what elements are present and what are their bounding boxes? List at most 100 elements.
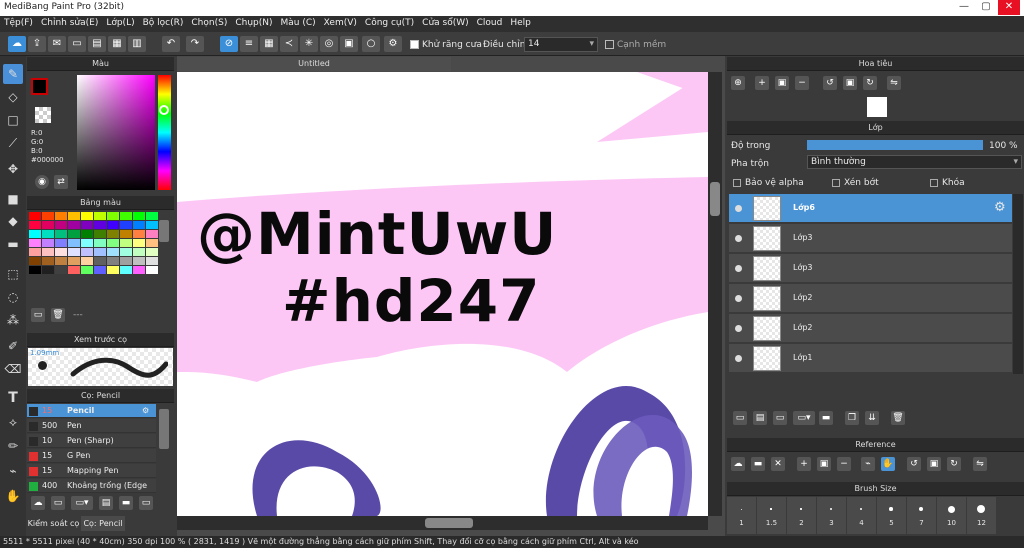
palette-swatch[interactable] [94, 257, 106, 265]
select-tool-icon[interactable]: ⬚ [3, 264, 23, 284]
menu-filter[interactable]: Bộ lọc(R) [139, 16, 188, 30]
palette-swatch[interactable] [42, 239, 54, 247]
correction-select[interactable]: 14 ▾ [524, 37, 598, 52]
palette-swatch[interactable] [146, 257, 158, 265]
divide-tool-icon[interactable]: ⟡ [3, 412, 23, 432]
comment-icon[interactable]: ✉ [48, 36, 66, 52]
circle-snap-icon[interactable]: ○ [362, 36, 380, 52]
palette-swatch[interactable] [55, 212, 67, 220]
layer-row[interactable]: Lớp2 [729, 284, 1012, 313]
layer-row[interactable]: Lớp1 [729, 344, 1012, 373]
rotate-right-icon[interactable]: ↻ [863, 76, 877, 90]
eye-icon[interactable] [735, 265, 742, 272]
eye-icon[interactable] [735, 295, 742, 302]
palette-swatch[interactable] [55, 221, 67, 229]
add-brush-icon[interactable]: ☁ [31, 496, 45, 510]
brush-size-cell[interactable]: 12 [967, 497, 996, 534]
ref-eyedropper-icon[interactable]: ⌁ [861, 457, 875, 471]
antialias-checkbox[interactable] [410, 40, 419, 49]
menu-snap[interactable]: Chụp(N) [231, 16, 276, 30]
brush-item[interactable]: 400 Khoảng trống (Edge [27, 479, 156, 493]
palette-swatch[interactable] [29, 239, 41, 247]
undo-icon[interactable]: ↶ [162, 36, 180, 52]
eyedropper-tool-icon[interactable]: ⌁ [3, 461, 23, 481]
layer-row[interactable]: Lớp3 [729, 224, 1012, 253]
palette-swatch[interactable] [107, 257, 119, 265]
horizontal-scroll-thumb[interactable] [425, 518, 473, 528]
horizontal-scrollbar[interactable] [177, 516, 708, 530]
palette-swatch[interactable] [29, 257, 41, 265]
ref-zoom-out-icon[interactable]: − [837, 457, 851, 471]
brush-item[interactable]: 500 Pen [27, 419, 156, 433]
brush-size-cell[interactable]: 10 [937, 497, 966, 534]
merge-layer-icon[interactable]: ⇊ [865, 411, 879, 425]
brush-item[interactable]: 10 Pen (Sharp) [27, 434, 156, 448]
palette-swatch[interactable] [107, 239, 119, 247]
palette-swatch[interactable] [29, 212, 41, 220]
palette-swatch[interactable] [81, 230, 93, 238]
duplicate-layer-icon[interactable]: ❐ [845, 411, 859, 425]
brush-settings-gear-icon[interactable]: ⚙ [142, 404, 149, 418]
palette-swatch[interactable] [42, 212, 54, 220]
eye-icon[interactable] [735, 325, 742, 332]
ref-reset-icon[interactable]: ▣ [927, 457, 941, 471]
radial-snap-icon[interactable]: ✳ [300, 36, 318, 52]
palette-swatch[interactable] [68, 239, 80, 247]
rotate-left-icon[interactable]: ↺ [823, 76, 837, 90]
palette-swatch[interactable] [94, 248, 106, 256]
new-halftone-layer-icon[interactable]: ▤ [753, 411, 767, 425]
zoom-out-icon[interactable]: − [795, 76, 809, 90]
fit-window-icon[interactable]: ▣ [775, 76, 789, 90]
palette-swatch[interactable] [146, 248, 158, 256]
new-palette-icon[interactable]: ▭ [31, 308, 45, 322]
text-tool-icon[interactable]: T [3, 388, 23, 408]
bucket-tool-icon[interactable]: ◆ [3, 211, 23, 231]
palette-scrollbar[interactable] [159, 220, 169, 242]
layer-row[interactable]: Lớp6 ⚙ [729, 194, 1012, 223]
dot-tool-icon[interactable]: ⟋ [3, 133, 23, 153]
zoom-in-icon[interactable]: + [755, 76, 769, 90]
clip-checkbox[interactable] [832, 179, 840, 187]
palette-swatch[interactable] [120, 221, 132, 229]
menu-file[interactable]: Tệp(F) [0, 16, 37, 30]
grid-icon[interactable]: ▦ [108, 36, 126, 52]
new-layer-icon[interactable]: ▭ [733, 411, 747, 425]
palette-swatch[interactable] [107, 248, 119, 256]
palette-swatch[interactable] [42, 257, 54, 265]
lock-checkbox[interactable] [930, 179, 938, 187]
palette-swatch[interactable] [94, 239, 106, 247]
delete-layer-icon[interactable]: 🗑 [891, 411, 905, 425]
brush-size-cell[interactable]: 7 [907, 497, 936, 534]
saturation-value-picker[interactable] [77, 75, 155, 190]
palette-swatch[interactable] [55, 257, 67, 265]
gradient-tool-icon[interactable]: ▬ [3, 234, 23, 254]
ref-hand-icon[interactable]: ✋ [881, 457, 895, 471]
opacity-slider[interactable] [807, 140, 983, 150]
cloud-icon[interactable]: ☁ [8, 36, 26, 52]
palette-swatch[interactable] [29, 221, 41, 229]
close-button[interactable]: ✕ [998, 0, 1020, 15]
palette-swatch[interactable] [120, 248, 132, 256]
palette-swatch[interactable] [146, 221, 158, 229]
palette-swatch[interactable] [120, 230, 132, 238]
transparent-color[interactable] [35, 107, 51, 123]
palette-swatch[interactable] [68, 230, 80, 238]
eye-icon[interactable] [735, 205, 742, 212]
new-file-icon[interactable]: ▭ [68, 36, 86, 52]
palette-swatch[interactable] [68, 221, 80, 229]
palette-swatch[interactable] [107, 212, 119, 220]
brush-size-cell[interactable]: 4 [847, 497, 876, 534]
color-swap-icon[interactable]: ⇄ [54, 175, 68, 189]
ref-rotate-left-icon[interactable]: ↺ [907, 457, 921, 471]
foreground-color[interactable] [31, 78, 48, 95]
palette-swatch[interactable] [42, 230, 54, 238]
document-icon[interactable]: ▤ [88, 36, 106, 52]
rect-tool-icon[interactable]: □ [3, 110, 23, 130]
magic-wand-tool-icon[interactable]: ⁂ [3, 310, 23, 330]
eye-icon[interactable] [735, 355, 742, 362]
upload-icon[interactable]: ⇪ [28, 36, 46, 52]
palette-swatch[interactable] [133, 239, 145, 247]
palette-swatch[interactable] [68, 257, 80, 265]
palette-swatch[interactable] [146, 230, 158, 238]
palette-swatch[interactable] [107, 266, 119, 274]
